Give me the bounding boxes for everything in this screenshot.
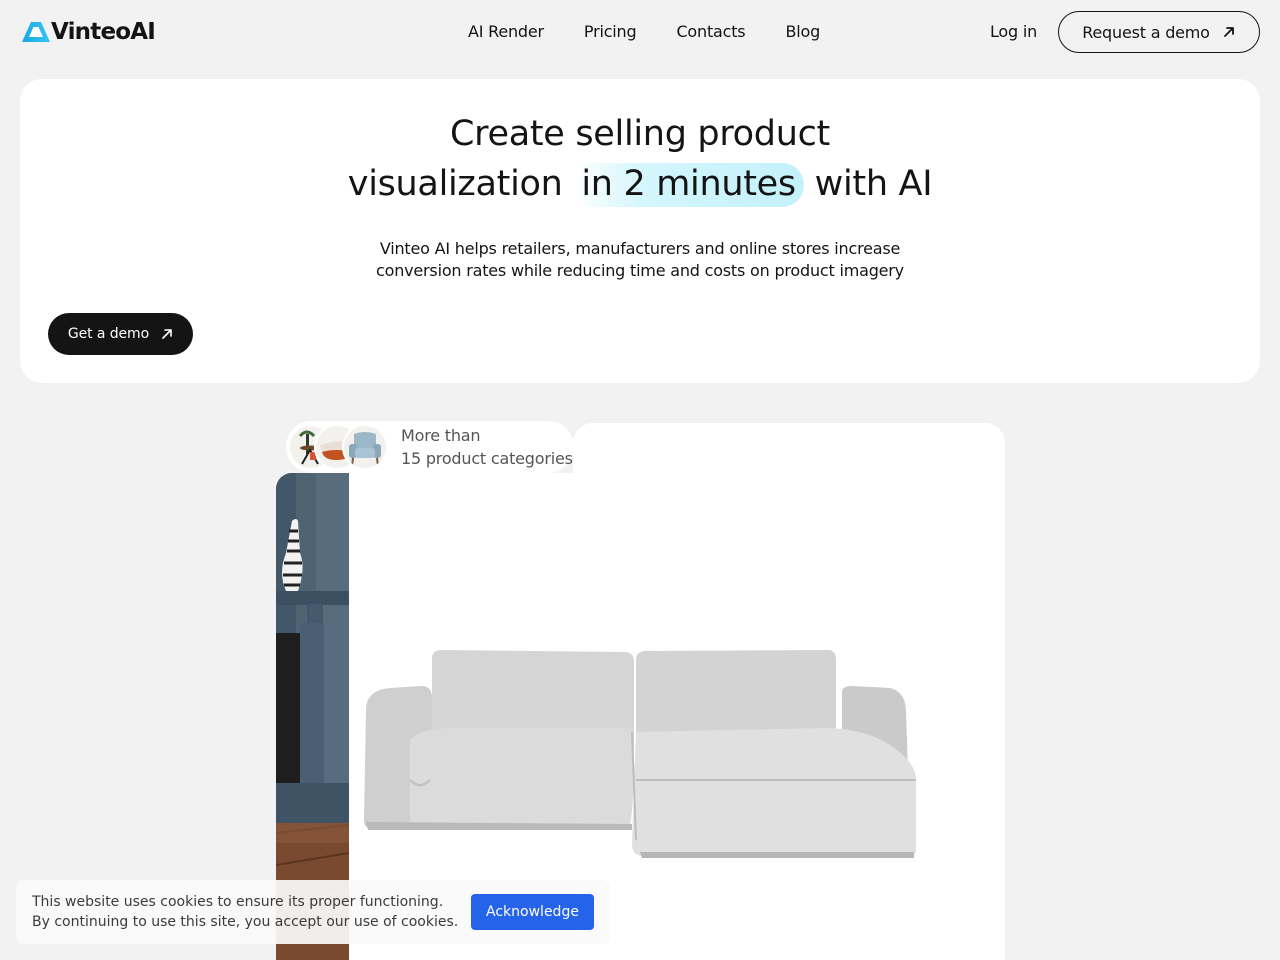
arrow-up-right-icon [162, 329, 172, 339]
acknowledge-button[interactable]: Acknowledge [471, 894, 594, 930]
cookie-line2: By continuing to use this site, you acce… [32, 914, 459, 930]
category-thumbnails [286, 421, 396, 473]
main-nav: AI Render Pricing Contacts Blog [468, 21, 860, 43]
site-header: VinteoAI AI Render Pricing Contacts Blog… [0, 0, 1280, 64]
categories-line2: 15 product categories [401, 449, 573, 468]
categories-line1: More than [401, 426, 481, 445]
logo-mark-icon [22, 22, 50, 42]
get-demo-button[interactable]: Get a demo [48, 313, 193, 355]
request-demo-button[interactable]: Request a demo [1058, 11, 1260, 53]
arrow-up-right-icon [1223, 27, 1234, 37]
categories-badge: More than 15 product categories [286, 421, 574, 473]
nav-contacts[interactable]: Contacts [676, 21, 745, 43]
logo[interactable]: VinteoAI [22, 19, 156, 45]
nav-pricing[interactable]: Pricing [584, 21, 637, 43]
sofa-product-image [364, 650, 916, 858]
request-demo-label: Request a demo [1082, 22, 1210, 42]
logo-text: VinteoAI [51, 19, 156, 45]
nav-blog[interactable]: Blog [785, 21, 820, 43]
hero-title-highlight: in 2 minutes [573, 163, 804, 207]
cookie-text: This website uses cookies to ensure its … [32, 892, 458, 932]
login-link[interactable]: Log in [990, 21, 1037, 43]
hero-title-line2-post: with AI [814, 164, 933, 204]
hero-subtitle-line1: Vinteo AI helps retailers, manufacturers… [379, 239, 901, 258]
hero-section: Create selling product visualization in … [20, 79, 1260, 383]
categories-text: More than 15 product categories [401, 424, 573, 470]
hero-title-line2-pre: visualization [347, 164, 563, 204]
hero-title: Create selling product visualization in … [20, 109, 1260, 209]
nav-ai-render[interactable]: AI Render [468, 21, 544, 43]
get-demo-label: Get a demo [67, 326, 150, 342]
armchair-thumb [342, 424, 388, 470]
hero-title-line1: Create selling product [450, 114, 830, 154]
cookie-banner: This website uses cookies to ensure its … [16, 880, 610, 944]
cookie-line1: This website uses cookies to ensure its … [32, 894, 444, 910]
hero-subtitle-line2: conversion rates while reducing time and… [376, 261, 904, 280]
hero-subtitle: Vinteo AI helps retailers, manufacturers… [20, 238, 1260, 282]
